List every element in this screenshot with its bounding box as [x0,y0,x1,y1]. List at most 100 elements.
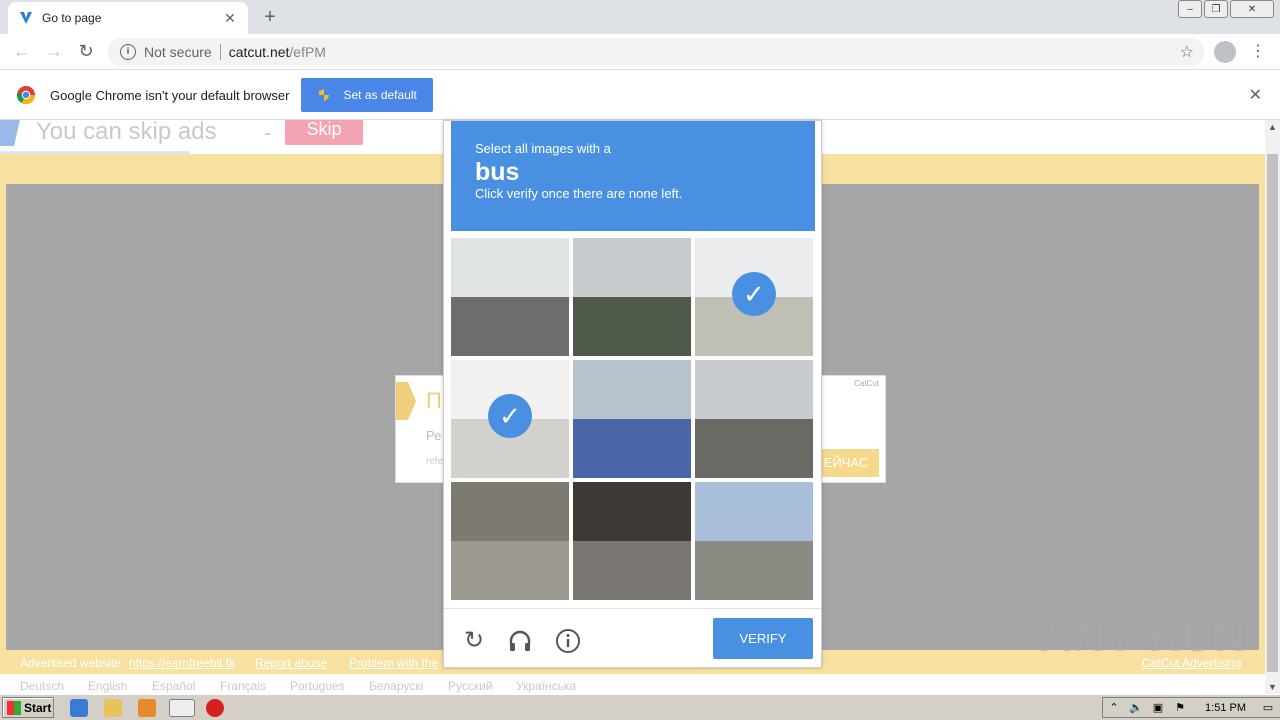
checkmark-icon: ✓ [488,394,532,438]
skip-button[interactable]: Skip [285,120,363,145]
tab-go-to-page[interactable]: Go to page ✕ [8,2,248,34]
help-info-icon[interactable] [554,627,582,655]
advertised-link[interactable]: https://earnfreebit.tk [129,656,235,670]
captcha-instruction: Select all images with a [475,141,611,156]
close-window-button[interactable]: ✕ [1230,0,1274,18]
report-abuse-link[interactable]: Report abuse [255,656,327,670]
url-host: catcut.net [228,44,290,60]
language-row: Deutsch English Español Français Portugu… [0,674,1265,694]
new-tab-button[interactable]: + [258,6,282,30]
tile-lower [573,541,691,600]
lang-link[interactable]: Українська [516,679,576,693]
captcha-tile[interactable]: ✓ [695,238,813,356]
ad-button[interactable]: ЕЙЧАС [813,449,879,477]
audio-challenge-icon[interactable] [506,627,534,655]
captcha-tile[interactable]: ✓ [451,360,569,478]
ad-text: Ре [426,428,442,443]
chrome-logo-icon [16,86,35,105]
skip-text: You can skip ads [36,120,217,145]
lang-link[interactable]: Français [220,679,266,693]
page-scrollbar[interactable]: ▲ ▼ [1265,120,1280,694]
volume-icon[interactable]: 🔈 [1129,701,1143,715]
tile-upper [695,482,813,541]
flag-icon[interactable]: ⚑ [1173,701,1187,715]
tile-lower [695,541,813,600]
verify-button[interactable]: VERIFY [713,618,813,659]
skip-bar-flag [0,120,20,146]
profile-avatar[interactable] [1214,41,1236,63]
captcha-tile[interactable] [573,360,691,478]
scroll-up-icon[interactable]: ▲ [1268,122,1277,132]
advertised-label: Advertised website: [20,656,125,670]
ad-brand: CatCut [854,379,879,388]
tile-upper [573,360,691,419]
tray-expand-icon[interactable]: ⌃ [1107,701,1121,715]
captcha-image-grid: ✓ ✓ [451,238,815,602]
restore-button[interactable]: ❐ [1204,0,1228,18]
captcha-tile[interactable] [451,238,569,356]
shield-icon [319,89,330,101]
lang-link[interactable]: Беларускі [369,679,423,693]
show-desktop-icon[interactable]: ▭ [1261,701,1275,715]
scroll-down-icon[interactable]: ▼ [1268,682,1277,692]
start-button[interactable]: Start [2,697,54,718]
chrome-taskbar-icon[interactable] [169,699,195,717]
browser-toolbar: ← → ↻ i Not secure catcut.net /efPM ☆ ⋮ [0,34,1280,70]
lang-link[interactable]: Portugues [290,679,345,693]
opera-icon[interactable] [206,699,224,717]
lang-link[interactable]: English [88,679,127,693]
infobar-message: Google Chrome isn't your default browser [50,87,290,103]
tile-lower [573,297,691,356]
captcha-footer: ↻ VERIFY [444,608,821,668]
reload-challenge-icon[interactable]: ↻ [460,627,488,655]
recaptcha-challenge: Select all images with a bus Click verif… [443,120,822,668]
lang-link[interactable]: Русский [448,679,493,693]
tile-upper [451,482,569,541]
tab-close-icon[interactable]: ✕ [222,10,238,27]
info-icon[interactable]: i [120,44,136,60]
tile-lower [451,297,569,356]
captcha-keyword: bus [475,158,520,186]
minimize-button[interactable]: – [1178,0,1202,18]
folder-icon[interactable] [104,699,122,717]
media-player-icon[interactable] [138,699,156,717]
ad-small-text: refe [426,456,444,467]
tab-strip: Go to page ✕ + – ❐ ✕ [0,0,1280,34]
captcha-tile[interactable] [573,482,691,600]
problem-link[interactable]: Problem with the [349,656,438,670]
forward-button[interactable]: → [38,36,70,68]
captcha-tile[interactable] [573,238,691,356]
lang-link[interactable]: Español [152,679,195,693]
checkmark-icon: ✓ [732,272,776,316]
set-as-default-label: Set as default [343,88,417,102]
infobar-close-icon[interactable]: ✕ [1249,85,1262,105]
bookmark-star-icon[interactable]: ☆ [1180,42,1194,62]
reload-button[interactable]: ↻ [70,36,102,68]
omnibox-separator [219,44,221,60]
internet-explorer-icon[interactable] [70,699,88,717]
set-as-default-button[interactable]: Set as default [301,78,433,112]
address-bar[interactable]: i Not secure catcut.net /efPM ☆ [108,38,1204,66]
tile-lower [573,419,691,478]
captcha-tile[interactable] [695,482,813,600]
url-path: /efPM [289,44,326,60]
tile-upper [451,238,569,297]
ad-title: П [426,388,442,413]
tile-upper [573,238,691,297]
captcha-tile[interactable] [451,482,569,600]
back-button[interactable]: ← [6,36,38,68]
tab-title: Go to page [42,11,102,25]
lang-link[interactable]: Deutsch [20,679,64,693]
menu-dots-icon[interactable]: ⋮ [1250,42,1266,62]
tile-upper [573,482,691,541]
start-label: Start [24,700,52,715]
system-tray: ⌃ 🔈 ▣ ⚑ 1:51 PM ▭ [1102,697,1280,718]
captcha-tile[interactable] [695,360,813,478]
default-browser-infobar: Google Chrome isn't your default browser… [0,71,1280,120]
ad-arrow [396,382,416,420]
skip-dash: - [264,120,272,145]
security-label: Not secure [144,44,212,60]
captcha-subinstruction: Click verify once there are none left. [475,186,683,201]
scroll-thumb[interactable] [1267,154,1278,672]
network-icon[interactable]: ▣ [1151,701,1165,715]
